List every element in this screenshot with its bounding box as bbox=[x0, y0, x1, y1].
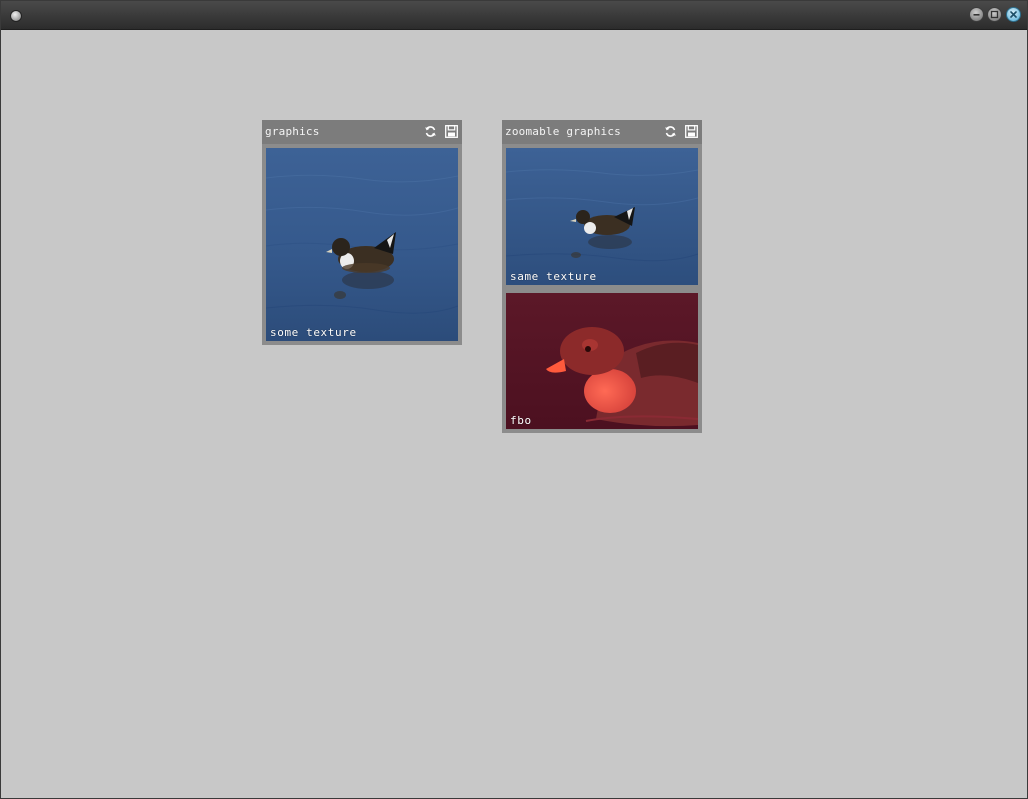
maximize-icon bbox=[990, 10, 999, 19]
texture-label: some texture bbox=[270, 326, 357, 339]
fbo-label: fbo bbox=[510, 414, 532, 427]
refresh-icon[interactable] bbox=[664, 125, 677, 138]
title-bar[interactable] bbox=[1, 1, 1027, 30]
close-icon bbox=[1010, 11, 1017, 18]
panel-title: graphics bbox=[265, 125, 320, 138]
panel-header[interactable]: graphics bbox=[262, 120, 462, 144]
save-icon[interactable] bbox=[685, 125, 698, 138]
canvas-area[interactable]: graphics some texture zoomable graphics … bbox=[1, 30, 1027, 798]
save-icon[interactable] bbox=[445, 125, 458, 138]
fbo-view[interactable]: fbo bbox=[506, 293, 698, 429]
maximize-button[interactable] bbox=[987, 7, 1002, 22]
texture-label: same texture bbox=[510, 270, 597, 283]
graphics-panel[interactable]: graphics some texture bbox=[262, 120, 462, 345]
panel-title: zoomable graphics bbox=[505, 125, 621, 138]
duck-image bbox=[266, 148, 458, 341]
close-button[interactable] bbox=[1006, 7, 1021, 22]
duck-image bbox=[506, 148, 698, 285]
duck-closeup-image bbox=[506, 293, 698, 429]
app-window: graphics some texture zoomable graphics … bbox=[0, 0, 1028, 799]
app-icon[interactable] bbox=[10, 10, 22, 22]
zoomable-graphics-panel[interactable]: zoomable graphics same texture fbo bbox=[502, 120, 702, 433]
same-texture-view[interactable]: same texture bbox=[506, 148, 698, 285]
panel-header[interactable]: zoomable graphics bbox=[502, 120, 702, 144]
refresh-icon[interactable] bbox=[424, 125, 437, 138]
minimize-icon bbox=[973, 14, 980, 16]
texture-view[interactable]: some texture bbox=[266, 148, 458, 341]
minimize-button[interactable] bbox=[969, 7, 984, 22]
